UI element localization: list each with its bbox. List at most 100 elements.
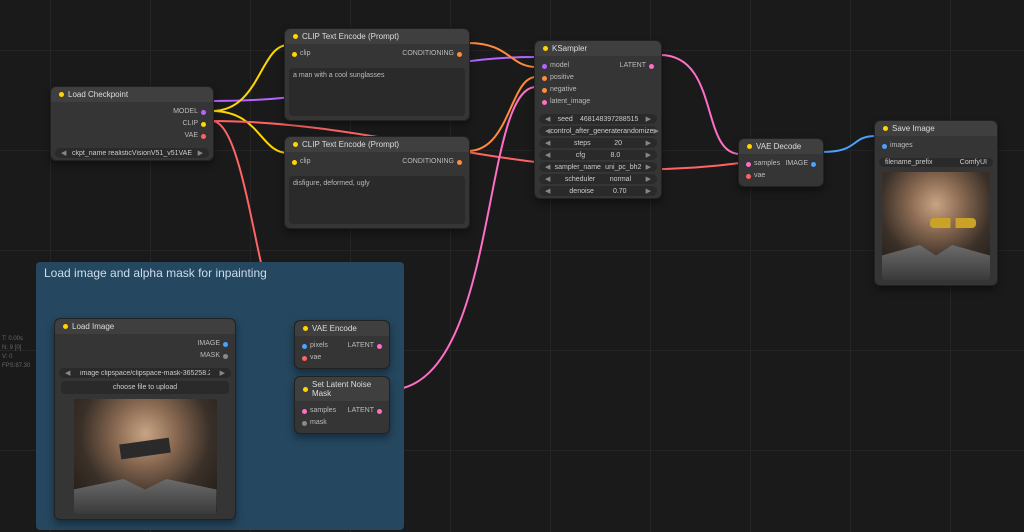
port-icon[interactable] — [302, 409, 307, 414]
port-icon[interactable] — [223, 354, 228, 359]
widget-label: ckpt_name — [72, 150, 106, 157]
port-icon[interactable] — [746, 162, 751, 167]
steps-widget[interactable]: ◀steps20▶ — [539, 138, 657, 148]
in-vae: vae — [310, 352, 321, 364]
node-title: VAE Decode — [756, 142, 801, 151]
port-icon[interactable] — [649, 64, 654, 69]
in-negative: negative — [550, 84, 576, 96]
port-icon[interactable] — [542, 100, 547, 105]
port-icon[interactable] — [457, 160, 462, 165]
ckpt-name-widget[interactable]: ◀ ckpt_name realisticVisionV51_v51VAE.sa… — [55, 148, 209, 158]
port-icon[interactable] — [302, 421, 307, 426]
denoise-widget[interactable]: ◀ denoise 0.70 ▶ — [539, 186, 657, 196]
widget-value: 0.70 — [613, 188, 627, 195]
node-dot-icon — [303, 326, 308, 331]
node-dot-icon — [293, 34, 298, 39]
port-icon[interactable] — [811, 162, 816, 167]
in-clip: clip — [300, 48, 311, 60]
node-ksampler[interactable]: KSampler modelLATENT positive negative l… — [534, 40, 662, 199]
node-load-image[interactable]: Load Image IMAGE MASK ◀ image clipspace/… — [54, 318, 236, 520]
prompt-textbox[interactable]: disfigure, deformed, ugly — [289, 176, 465, 224]
port-icon[interactable] — [302, 344, 307, 349]
cfg-widget[interactable]: ◀cfg8.0▶ — [539, 150, 657, 160]
chevron-right-icon[interactable]: ▶ — [646, 163, 651, 171]
chevron-right-icon[interactable]: ▶ — [220, 369, 225, 377]
port-icon[interactable] — [377, 344, 382, 349]
node-set-latent-noise-mask[interactable]: Set Latent Noise Mask samples LATENT mask — [294, 376, 390, 434]
in-samples: samples — [310, 405, 336, 417]
chevron-left-icon[interactable]: ◀ — [545, 151, 550, 159]
widget-label: denoise — [569, 188, 594, 195]
in-model: model — [550, 60, 569, 72]
node-title: Set Latent Noise Mask — [312, 380, 381, 398]
out-latent: LATENT — [620, 60, 646, 72]
out-mask: MASK — [200, 350, 220, 362]
upload-button[interactable]: choose file to upload — [61, 381, 229, 394]
chevron-right-icon[interactable]: ▶ — [646, 187, 651, 195]
port-icon[interactable] — [201, 134, 206, 139]
sampler-name-widget[interactable]: ◀sampler_nameuni_pc_bh2▶ — [539, 162, 657, 172]
port-icon[interactable] — [223, 342, 228, 347]
chevron-left-icon[interactable]: ◀ — [545, 187, 550, 195]
out-vae: VAE — [185, 130, 199, 142]
out-latent: LATENT — [348, 405, 374, 417]
port-icon[interactable] — [542, 76, 547, 81]
control-after-generate-widget[interactable]: ◀control_after_generaterandomize▶ — [539, 126, 657, 136]
chevron-right-icon[interactable]: ▶ — [646, 175, 651, 183]
group-title[interactable]: Load image and alpha mask for inpainting — [36, 262, 404, 284]
port-icon[interactable] — [746, 174, 751, 179]
chevron-left-icon[interactable]: ◀ — [65, 369, 70, 377]
port-icon[interactable] — [882, 144, 887, 149]
chevron-right-icon[interactable]: ▶ — [646, 139, 651, 147]
port-icon[interactable] — [292, 52, 297, 57]
port-icon[interactable] — [377, 409, 382, 414]
out-conditioning: CONDITIONING — [402, 48, 454, 60]
chevron-right-icon[interactable]: ▶ — [646, 151, 651, 159]
widget-value: ComfyUI — [960, 159, 987, 166]
node-vae-encode[interactable]: VAE Encode pixelsLATENT vae — [294, 320, 390, 369]
in-clip: clip — [300, 156, 311, 168]
scheduler-widget[interactable]: ◀ scheduler normal ▶ — [539, 174, 657, 184]
port-icon[interactable] — [457, 52, 462, 57]
widget-label: scheduler — [565, 176, 595, 183]
chevron-right-icon[interactable]: ▶ — [646, 115, 651, 123]
prompt-textbox[interactable]: a man with a cool sunglasses — [289, 68, 465, 116]
seed-widget[interactable]: ◀seed468148397288515▶ — [539, 114, 657, 124]
widget-value: randomize — [621, 128, 654, 135]
widget-value: 8.0 — [610, 152, 620, 159]
chevron-right-icon[interactable]: ▶ — [198, 149, 203, 157]
port-icon[interactable] — [201, 122, 206, 127]
node-title: CLIP Text Encode (Prompt) — [302, 140, 399, 149]
chevron-left-icon[interactable]: ◀ — [545, 163, 550, 171]
filename-prefix-widget[interactable]: filename_prefixComfyUI — [879, 158, 993, 167]
node-vae-decode[interactable]: VAE Decode samplesIMAGE vae — [738, 138, 824, 187]
in-images: images — [890, 140, 913, 152]
port-icon[interactable] — [542, 88, 547, 93]
port-icon[interactable] — [201, 110, 206, 115]
in-positive: positive — [550, 72, 574, 84]
node-load-checkpoint[interactable]: Load Checkpoint MODEL CLIP VAE ◀ ckpt_na… — [50, 86, 214, 161]
node-title: KSampler — [552, 44, 587, 53]
chevron-left-icon[interactable]: ◀ — [61, 149, 66, 157]
stat-time: T: 0.00s — [2, 335, 30, 344]
widget-label: sampler_name — [555, 164, 601, 171]
node-clip-text-negative[interactable]: CLIP Text Encode (Prompt) clipCONDITIONI… — [284, 136, 470, 229]
out-model: MODEL — [173, 106, 198, 118]
widget-value: normal — [610, 176, 631, 183]
in-mask: mask — [310, 417, 327, 429]
chevron-left-icon[interactable]: ◀ — [545, 175, 550, 183]
node-dot-icon — [543, 46, 548, 51]
port-icon[interactable] — [292, 160, 297, 165]
widget-label: steps — [574, 140, 591, 147]
node-save-image[interactable]: Save Image images filename_prefixComfyUI — [874, 120, 998, 286]
chevron-left-icon[interactable]: ◀ — [545, 115, 550, 123]
in-pixels: pixels — [310, 340, 328, 352]
widget-label: image — [80, 370, 99, 377]
node-clip-text-positive[interactable]: CLIP Text Encode (Prompt) clipCONDITIONI… — [284, 28, 470, 121]
port-icon[interactable] — [302, 356, 307, 361]
stat-nodes: N: 9 [0] — [2, 344, 30, 353]
port-icon[interactable] — [542, 64, 547, 69]
chevron-right-icon[interactable]: ▶ — [654, 127, 659, 135]
image-file-widget[interactable]: ◀ image clipspace/clipspace-mask-365258.… — [59, 368, 231, 378]
chevron-left-icon[interactable]: ◀ — [545, 139, 550, 147]
